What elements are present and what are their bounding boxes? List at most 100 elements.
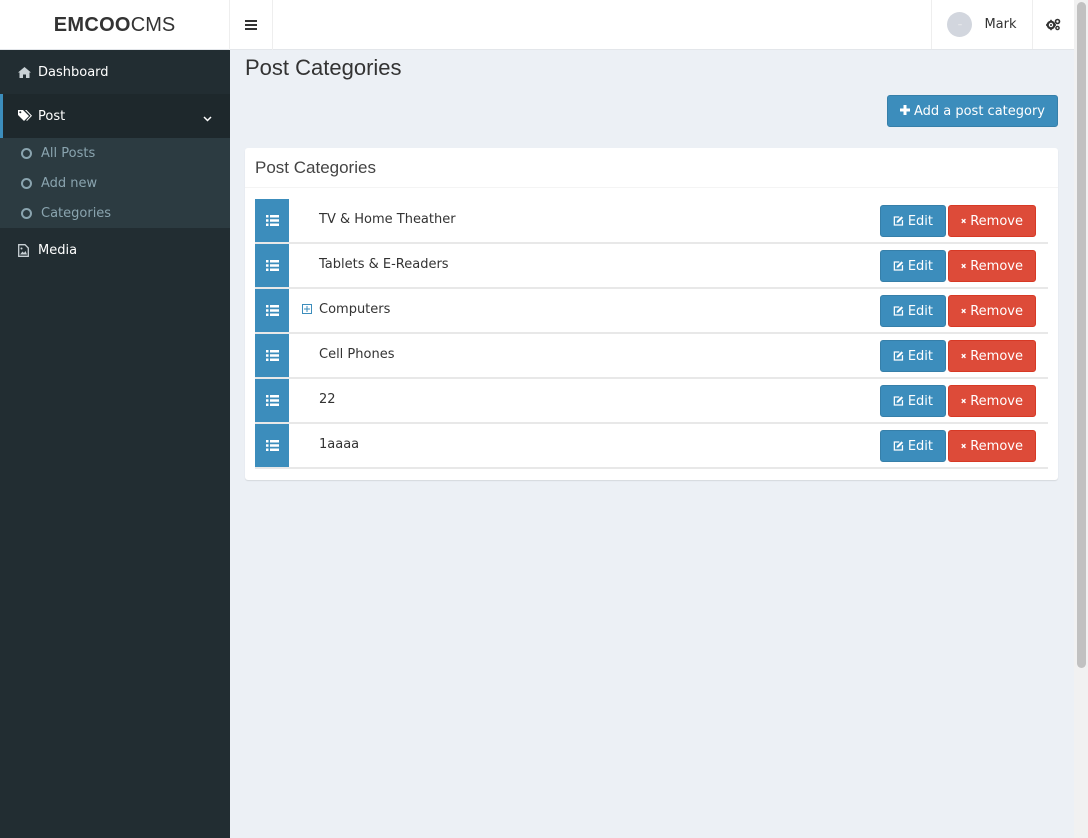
sidebar: Dashboard Post All Posts Add new Categor…: [0, 50, 230, 838]
user-menu[interactable]: – Mark: [931, 0, 1032, 49]
row-actions: Edit Remove: [880, 385, 1036, 417]
category-name: 1aaaa: [319, 437, 360, 452]
remove-label: Remove: [970, 258, 1023, 274]
drag-handle[interactable]: [255, 244, 289, 287]
remove-button[interactable]: Remove: [948, 430, 1036, 462]
close-icon: [961, 353, 966, 359]
row-actions: Edit Remove: [880, 250, 1036, 282]
remove-button[interactable]: Remove: [948, 250, 1036, 282]
remove-label: Remove: [970, 393, 1023, 409]
row-body: 1aaaa Edit Remove: [289, 424, 1048, 467]
list-item: Computers Edit Remove: [255, 289, 1048, 334]
edit-label: Edit: [907, 258, 933, 274]
scrollbar-thumb[interactable]: [1077, 2, 1086, 668]
remove-label: Remove: [970, 303, 1023, 319]
submenu-item-label: All Posts: [41, 145, 96, 161]
drag-handle[interactable]: [255, 424, 289, 467]
edit-button[interactable]: Edit: [880, 250, 946, 282]
close-icon: [961, 308, 966, 314]
add-button-label: Add a post category: [913, 103, 1045, 119]
page-title: Post Categories: [245, 55, 402, 80]
edit-icon: [893, 396, 904, 406]
edit-label: Edit: [907, 438, 933, 454]
row-actions: Edit Remove: [880, 430, 1036, 462]
category-name: Cell Phones: [319, 347, 395, 362]
close-icon: [961, 263, 966, 269]
close-icon: [961, 218, 966, 224]
row-actions: Edit Remove: [880, 295, 1036, 327]
list-item: Tablets & E-Readers Edit Remove: [255, 244, 1048, 289]
main-content: Post Categories Add a post category Post…: [245, 50, 1058, 480]
list-item: 1aaaa Edit Remove: [255, 424, 1048, 469]
box-title: Post Categories: [245, 148, 1058, 188]
drag-handle[interactable]: [255, 289, 289, 332]
remove-button[interactable]: Remove: [948, 340, 1036, 372]
remove-button[interactable]: Remove: [948, 295, 1036, 327]
list-item: TV & Home Theather Edit Remove: [255, 199, 1048, 244]
submenu-item-categories[interactable]: Categories: [0, 198, 230, 228]
home-icon: [18, 66, 32, 78]
edit-icon: [893, 351, 904, 361]
page-scrollbar[interactable]: [1074, 0, 1088, 838]
submenu-item-all-posts[interactable]: All Posts: [0, 138, 230, 168]
list-icon: [265, 260, 279, 271]
list-icon: [265, 350, 279, 361]
edit-label: Edit: [907, 393, 933, 409]
remove-label: Remove: [970, 438, 1023, 454]
edit-button[interactable]: Edit: [880, 385, 946, 417]
edit-button[interactable]: Edit: [880, 205, 946, 237]
row-body: Tablets & E-Readers Edit Remove: [289, 244, 1048, 287]
circle-icon: [21, 207, 32, 219]
list-icon: [265, 215, 279, 226]
submenu-item-add-new[interactable]: Add new: [0, 168, 230, 198]
category-name: TV & Home Theather: [319, 212, 456, 227]
remove-button[interactable]: Remove: [948, 385, 1036, 417]
list-icon: [265, 395, 279, 406]
avatar: –: [947, 12, 973, 37]
plus-icon: [899, 104, 910, 119]
edit-label: Edit: [907, 303, 933, 319]
category-name: 22: [319, 392, 336, 407]
settings-button[interactable]: [1032, 0, 1074, 49]
edit-label: Edit: [907, 213, 933, 229]
circle-icon: [21, 177, 32, 189]
edit-icon: [893, 306, 904, 316]
edit-button[interactable]: Edit: [880, 295, 946, 327]
remove-button[interactable]: Remove: [948, 205, 1036, 237]
hamburger-icon: [245, 20, 257, 30]
list-icon: [265, 440, 279, 451]
sidebar-item-post[interactable]: Post: [0, 94, 230, 138]
edit-button[interactable]: Edit: [880, 430, 946, 462]
brand-logo-bold: EMCOO: [53, 13, 131, 36]
circle-icon: [21, 147, 32, 159]
edit-icon: [893, 441, 904, 451]
brand-logo[interactable]: EMCOO CMS: [0, 0, 230, 50]
header-spacer: [273, 0, 931, 49]
edit-button[interactable]: Edit: [880, 340, 946, 372]
sidebar-item-label: Dashboard: [38, 64, 109, 80]
category-name: Tablets & E-Readers: [319, 257, 449, 272]
row-actions: Edit Remove: [880, 205, 1036, 237]
gears-icon: [1046, 18, 1061, 31]
row-body: Computers Edit Remove: [289, 289, 1048, 332]
sidebar-toggle-button[interactable]: [230, 0, 273, 50]
file-image-icon: [18, 243, 32, 257]
list-item: 22 Edit Remove: [255, 379, 1048, 424]
drag-handle[interactable]: [255, 334, 289, 377]
drag-handle[interactable]: [255, 379, 289, 422]
close-icon: [961, 398, 966, 404]
sidebar-item-media[interactable]: Media: [0, 228, 230, 272]
post-submenu: All Posts Add new Categories: [0, 138, 230, 228]
tags-icon: [18, 110, 32, 122]
list-icon: [265, 305, 279, 316]
edit-icon: [893, 216, 904, 226]
row-body: Cell Phones Edit Remove: [289, 334, 1048, 377]
user-name: Mark: [984, 17, 1017, 32]
expand-icon[interactable]: [302, 304, 312, 314]
add-post-category-button[interactable]: Add a post category: [886, 95, 1058, 127]
sidebar-item-dashboard[interactable]: Dashboard: [0, 50, 230, 94]
sidebar-item-label: Media: [38, 242, 78, 258]
row-body: TV & Home Theather Edit Remove: [289, 199, 1048, 242]
drag-handle[interactable]: [255, 199, 289, 242]
remove-label: Remove: [970, 213, 1023, 229]
